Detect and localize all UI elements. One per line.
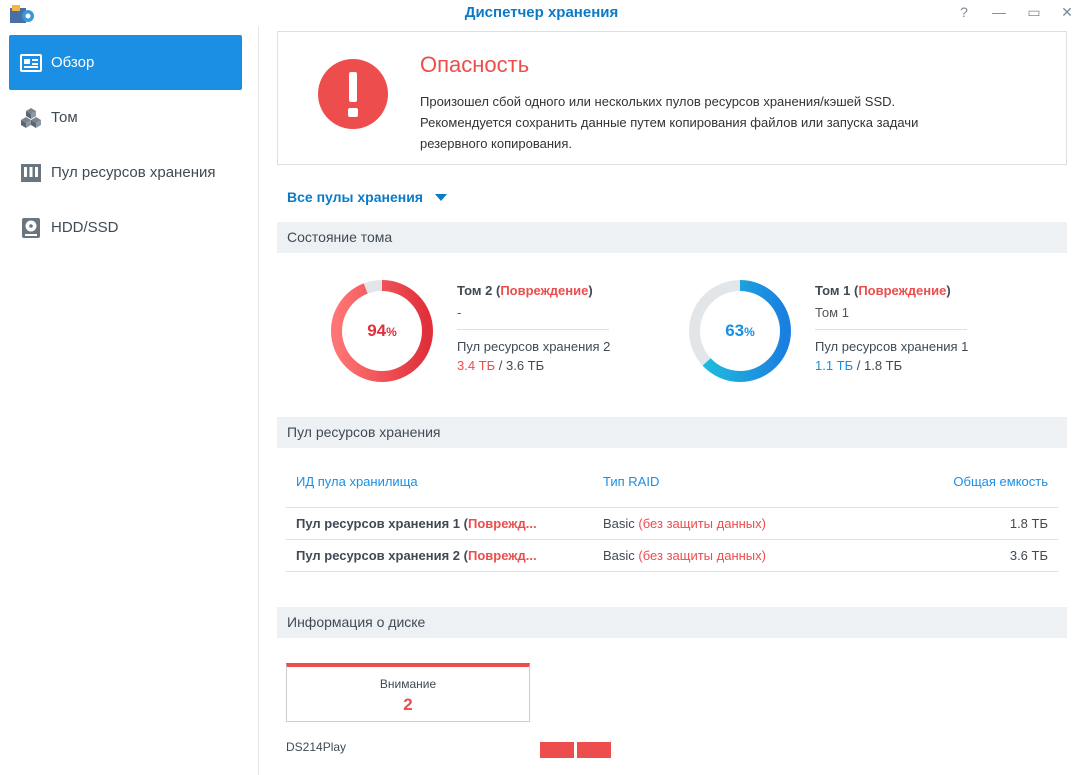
disk-warning-count: 2: [403, 695, 413, 714]
raid-type-cell: Basic (без защиты данных): [603, 516, 766, 531]
pool-filter-label: Все пулы хранения: [287, 189, 423, 205]
divider: [815, 329, 967, 330]
percent-sign: %: [386, 325, 397, 339]
volume-status-card[interactable]: 94% Том 2 (Повреждение) - Пул ресурсов х…: [327, 276, 687, 386]
storage-pool-icon: [21, 163, 41, 182]
raid-note: (без защиты данных): [638, 516, 766, 531]
usage-separator: /: [853, 358, 864, 373]
percent-sign: %: [744, 325, 755, 339]
alert-line: Произошел сбой одного или нескольких пул…: [420, 94, 896, 109]
volume-description: -: [457, 305, 462, 320]
section-header-volume-status: Состояние тома: [277, 222, 1067, 253]
sidebar-item-label: HDD/SSD: [51, 219, 119, 236]
volume-usage: 3.4 ТБ / 3.6 ТБ: [457, 358, 544, 373]
pool-name: Пул ресурсов хранения 2: [296, 548, 461, 563]
disk-warning-card[interactable]: Внимание 2: [286, 663, 530, 722]
usage-percent: 63%: [685, 276, 795, 386]
sidebar-item-volume[interactable]: Том: [9, 90, 242, 145]
sidebar-item-storage-pool[interactable]: Пул ресурсов хранения: [9, 145, 242, 200]
divider: [457, 329, 609, 330]
volume-name: Том 2 (Повреждение): [457, 283, 593, 298]
cubes-icon: [21, 107, 41, 128]
nas-model: DS214Play: [286, 740, 347, 754]
sidebar-item-hdd-ssd[interactable]: HDD/SSD: [9, 200, 242, 255]
usage-percent: 94%: [327, 276, 437, 386]
volume-usage: 1.1 ТБ / 1.8 ТБ: [815, 358, 902, 373]
volume-name-text: Том 1: [815, 283, 851, 298]
used-capacity: 1.1 ТБ: [815, 358, 854, 373]
column-header-pool-id[interactable]: ИД пула хранилища: [296, 474, 418, 489]
pool-name-cell: Пул ресурсов хранения 1 (Поврежд...: [296, 516, 537, 531]
usage-percent-value: 94: [367, 321, 387, 340]
section-header-disk-info: Информация о диске: [277, 607, 1067, 638]
danger-alert: Опасность Произошел сбой одного или неск…: [277, 31, 1067, 165]
pool-status: Поврежд...: [467, 516, 537, 531]
sidebar-item-label: Пул ресурсов хранения: [51, 164, 216, 181]
capacity-cell: 1.8 ТБ: [1009, 516, 1048, 531]
disk-warning-label: Внимание: [379, 677, 437, 691]
sidebar: Обзор Том Пул ресурсов хранения HDD/SSD: [0, 26, 259, 775]
sidebar-item-label: Том: [51, 109, 78, 126]
capacity-cell: 3.6 ТБ: [1009, 548, 1048, 563]
volume-status-text: Повреждение: [500, 283, 589, 298]
usage-percent-value: 63: [725, 321, 745, 340]
alert-line: резервного копирования.: [420, 136, 572, 151]
maximize-icon[interactable]: ▭: [1025, 4, 1043, 20]
pool-name: Пул ресурсов хранения 1: [296, 516, 461, 531]
volume-description: Том 1: [815, 305, 849, 320]
minimize-icon[interactable]: —: [990, 4, 1008, 20]
exclamation-icon: [318, 59, 388, 129]
volume-name: Том 1 (Повреждение): [815, 283, 951, 298]
column-header-capacity[interactable]: Общая емкость: [953, 474, 1048, 489]
disk-slot-2[interactable]: [577, 742, 611, 758]
raid-type: Basic: [603, 548, 635, 563]
overview-icon: [20, 53, 42, 72]
alert-message: Произошел сбой одного или нескольких пул…: [420, 91, 1020, 154]
table-row[interactable]: Пул ресурсов хранения 1 (Поврежд... Basi…: [286, 508, 1058, 540]
raid-type: Basic: [603, 516, 635, 531]
close-icon[interactable]: ✕: [1058, 4, 1076, 20]
table-row[interactable]: Пул ресурсов хранения 2 (Поврежд... Basi…: [286, 540, 1058, 572]
volume-name-text: Том 2: [457, 283, 493, 298]
total-capacity: 3.6 ТБ: [506, 358, 545, 373]
volume-status-text: Повреждение: [858, 283, 947, 298]
raid-note: (без защиты данных): [638, 548, 766, 563]
total-capacity: 1.8 ТБ: [864, 358, 903, 373]
help-icon[interactable]: ?: [955, 4, 973, 20]
used-capacity: 3.4 ТБ: [457, 358, 496, 373]
volume-pool: Пул ресурсов хранения 1: [815, 339, 969, 354]
volume-status-card[interactable]: 63% Том 1 (Повреждение) Том 1 Пул ресурс…: [685, 276, 1045, 386]
alert-line: Рекомендуется сохранить данные путем коп…: [420, 115, 919, 130]
pool-name-cell: Пул ресурсов хранения 2 (Поврежд...: [296, 548, 537, 563]
title-bar: Диспетчер хранения ? — ▭ ✕: [0, 0, 1083, 26]
sidebar-item-label: Обзор: [51, 54, 95, 71]
disk-icon: [22, 217, 40, 238]
section-header-storage-pool: Пул ресурсов хранения: [277, 417, 1067, 448]
alert-title: Опасность: [420, 52, 530, 77]
usage-separator: /: [495, 358, 506, 373]
pool-filter-dropdown[interactable]: Все пулы хранения: [287, 189, 447, 205]
volume-pool: Пул ресурсов хранения 2: [457, 339, 611, 354]
pool-status: Поврежд...: [467, 548, 537, 563]
column-header-raid-type[interactable]: Тип RAID: [603, 474, 659, 489]
window-title: Диспетчер хранения: [464, 4, 619, 21]
sidebar-item-overview[interactable]: Обзор: [9, 35, 242, 90]
disk-slot-1[interactable]: [540, 742, 574, 758]
caret-down-icon: [434, 193, 447, 201]
raid-type-cell: Basic (без защиты данных): [603, 548, 766, 563]
